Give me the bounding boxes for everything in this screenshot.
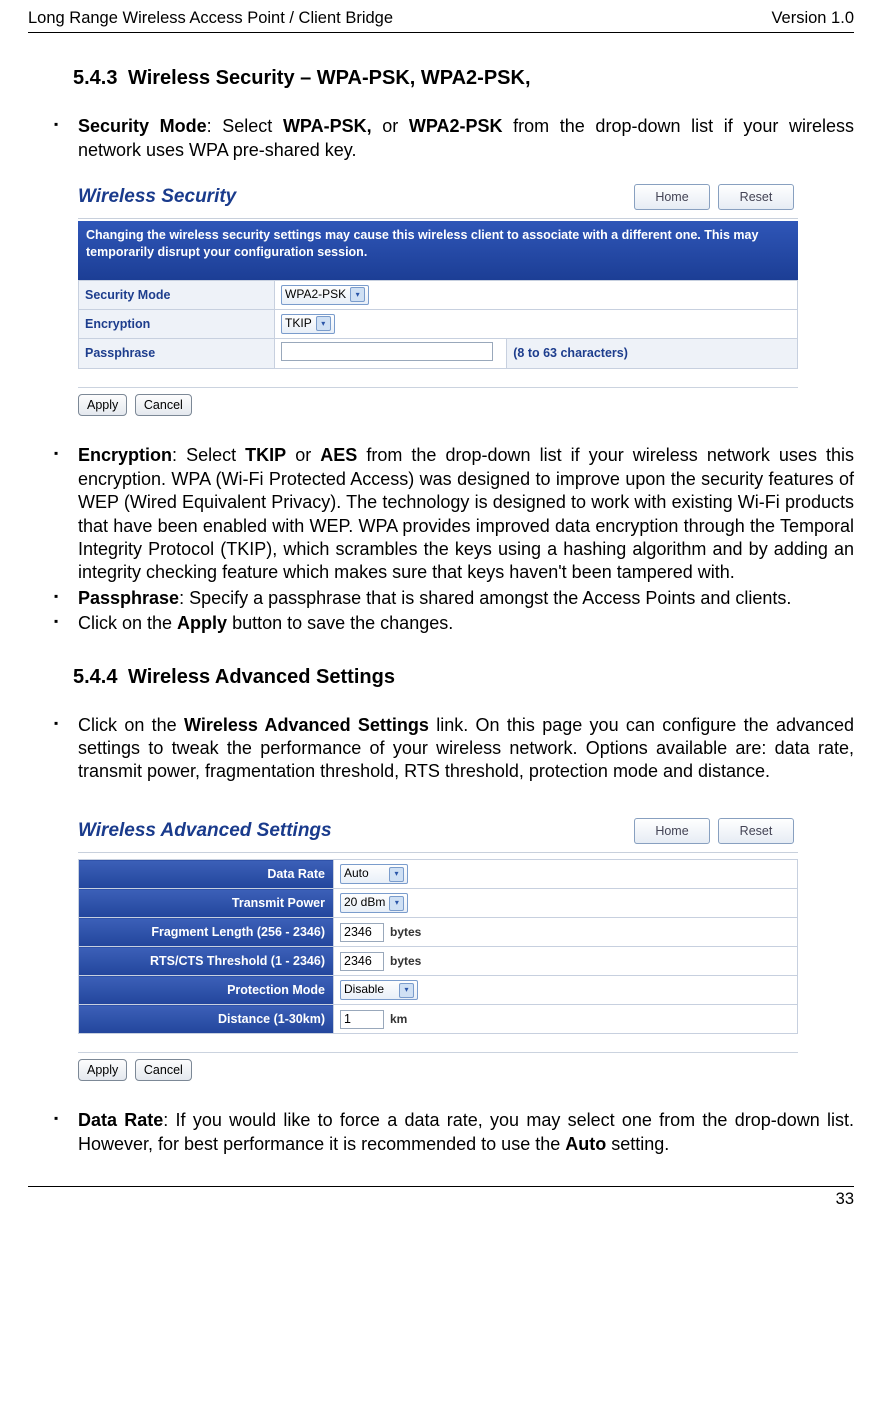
passphrase-input[interactable] — [281, 342, 493, 361]
warning-banner: Changing the wireless security settings … — [78, 221, 798, 280]
doc-version: Version 1.0 — [771, 8, 854, 29]
panel-title: Wireless Advanced Settings — [78, 819, 332, 844]
chevron-down-icon: ▾ — [399, 983, 414, 998]
home-button[interactable]: Home — [634, 818, 710, 844]
bullet-passphrase: Passphrase: Specify a passphrase that is… — [54, 587, 854, 610]
label-rts-threshold: RTS/CTS Threshold (1 - 2346) — [79, 947, 334, 976]
label-encryption: Encryption — [79, 309, 275, 338]
protection-mode-select[interactable]: Disable▾ — [340, 980, 418, 1000]
page-header: Long Range Wireless Access Point / Clien… — [28, 8, 854, 33]
chevron-down-icon: ▾ — [389, 896, 404, 911]
label-data-rate: Data Rate — [79, 860, 334, 889]
section-heading-543: 5.4.3Wireless Security – WPA-PSK, WPA2-P… — [73, 65, 854, 91]
label-passphrase: Passphrase — [79, 338, 275, 368]
fragment-length-input[interactable]: 2346 — [340, 923, 384, 942]
chevron-down-icon: ▾ — [316, 316, 331, 331]
chevron-down-icon: ▾ — [350, 287, 365, 302]
distance-input[interactable]: 1 — [340, 1010, 384, 1029]
panel-title: Wireless Security — [78, 185, 236, 210]
unit-bytes: bytes — [390, 954, 421, 968]
apply-button[interactable]: Apply — [78, 394, 127, 416]
bullet-security-mode: Security Mode: Select WPA-PSK, or WPA2-P… — [54, 115, 854, 162]
encryption-select[interactable]: TKIP▾ — [281, 314, 335, 334]
page-footer: 33 — [28, 1186, 854, 1210]
label-transmit-power: Transmit Power — [79, 889, 334, 918]
cancel-button[interactable]: Cancel — [135, 394, 192, 416]
doc-title: Long Range Wireless Access Point / Clien… — [28, 8, 393, 29]
cancel-button[interactable]: Cancel — [135, 1059, 192, 1081]
passphrase-hint: (8 to 63 characters) — [507, 338, 798, 368]
page-number: 33 — [836, 1190, 854, 1208]
screenshot-wireless-security: Wireless Security Home Reset Changing th… — [78, 180, 798, 416]
label-protection-mode: Protection Mode — [79, 976, 334, 1005]
data-rate-select[interactable]: Auto▾ — [340, 864, 408, 884]
rts-threshold-input[interactable]: 2346 — [340, 952, 384, 971]
unit-bytes: bytes — [390, 925, 421, 939]
unit-km: km — [390, 1012, 407, 1026]
reset-button[interactable]: Reset — [718, 184, 794, 210]
label-security-mode: Security Mode — [79, 280, 275, 309]
security-mode-select[interactable]: WPA2-PSK▾ — [281, 285, 369, 305]
label-distance: Distance (1-30km) — [79, 1005, 334, 1034]
label-fragment-length: Fragment Length (256 - 2346) — [79, 918, 334, 947]
bullet-apply: Click on the Apply button to save the ch… — [54, 612, 854, 635]
section-heading-544: 5.4.4Wireless Advanced Settings — [73, 664, 854, 690]
apply-button[interactable]: Apply — [78, 1059, 127, 1081]
bullet-advanced-link: Click on the Wireless Advanced Settings … — [54, 714, 854, 784]
bullet-encryption: Encryption: Select TKIP or AES from the … — [54, 444, 854, 584]
chevron-down-icon: ▾ — [389, 867, 404, 882]
screenshot-wireless-advanced: Wireless Advanced Settings Home Reset Da… — [78, 814, 798, 1082]
home-button[interactable]: Home — [634, 184, 710, 210]
transmit-power-select[interactable]: 20 dBm▾ — [340, 893, 408, 913]
reset-button[interactable]: Reset — [718, 818, 794, 844]
bullet-data-rate: Data Rate: If you would like to force a … — [54, 1109, 854, 1156]
